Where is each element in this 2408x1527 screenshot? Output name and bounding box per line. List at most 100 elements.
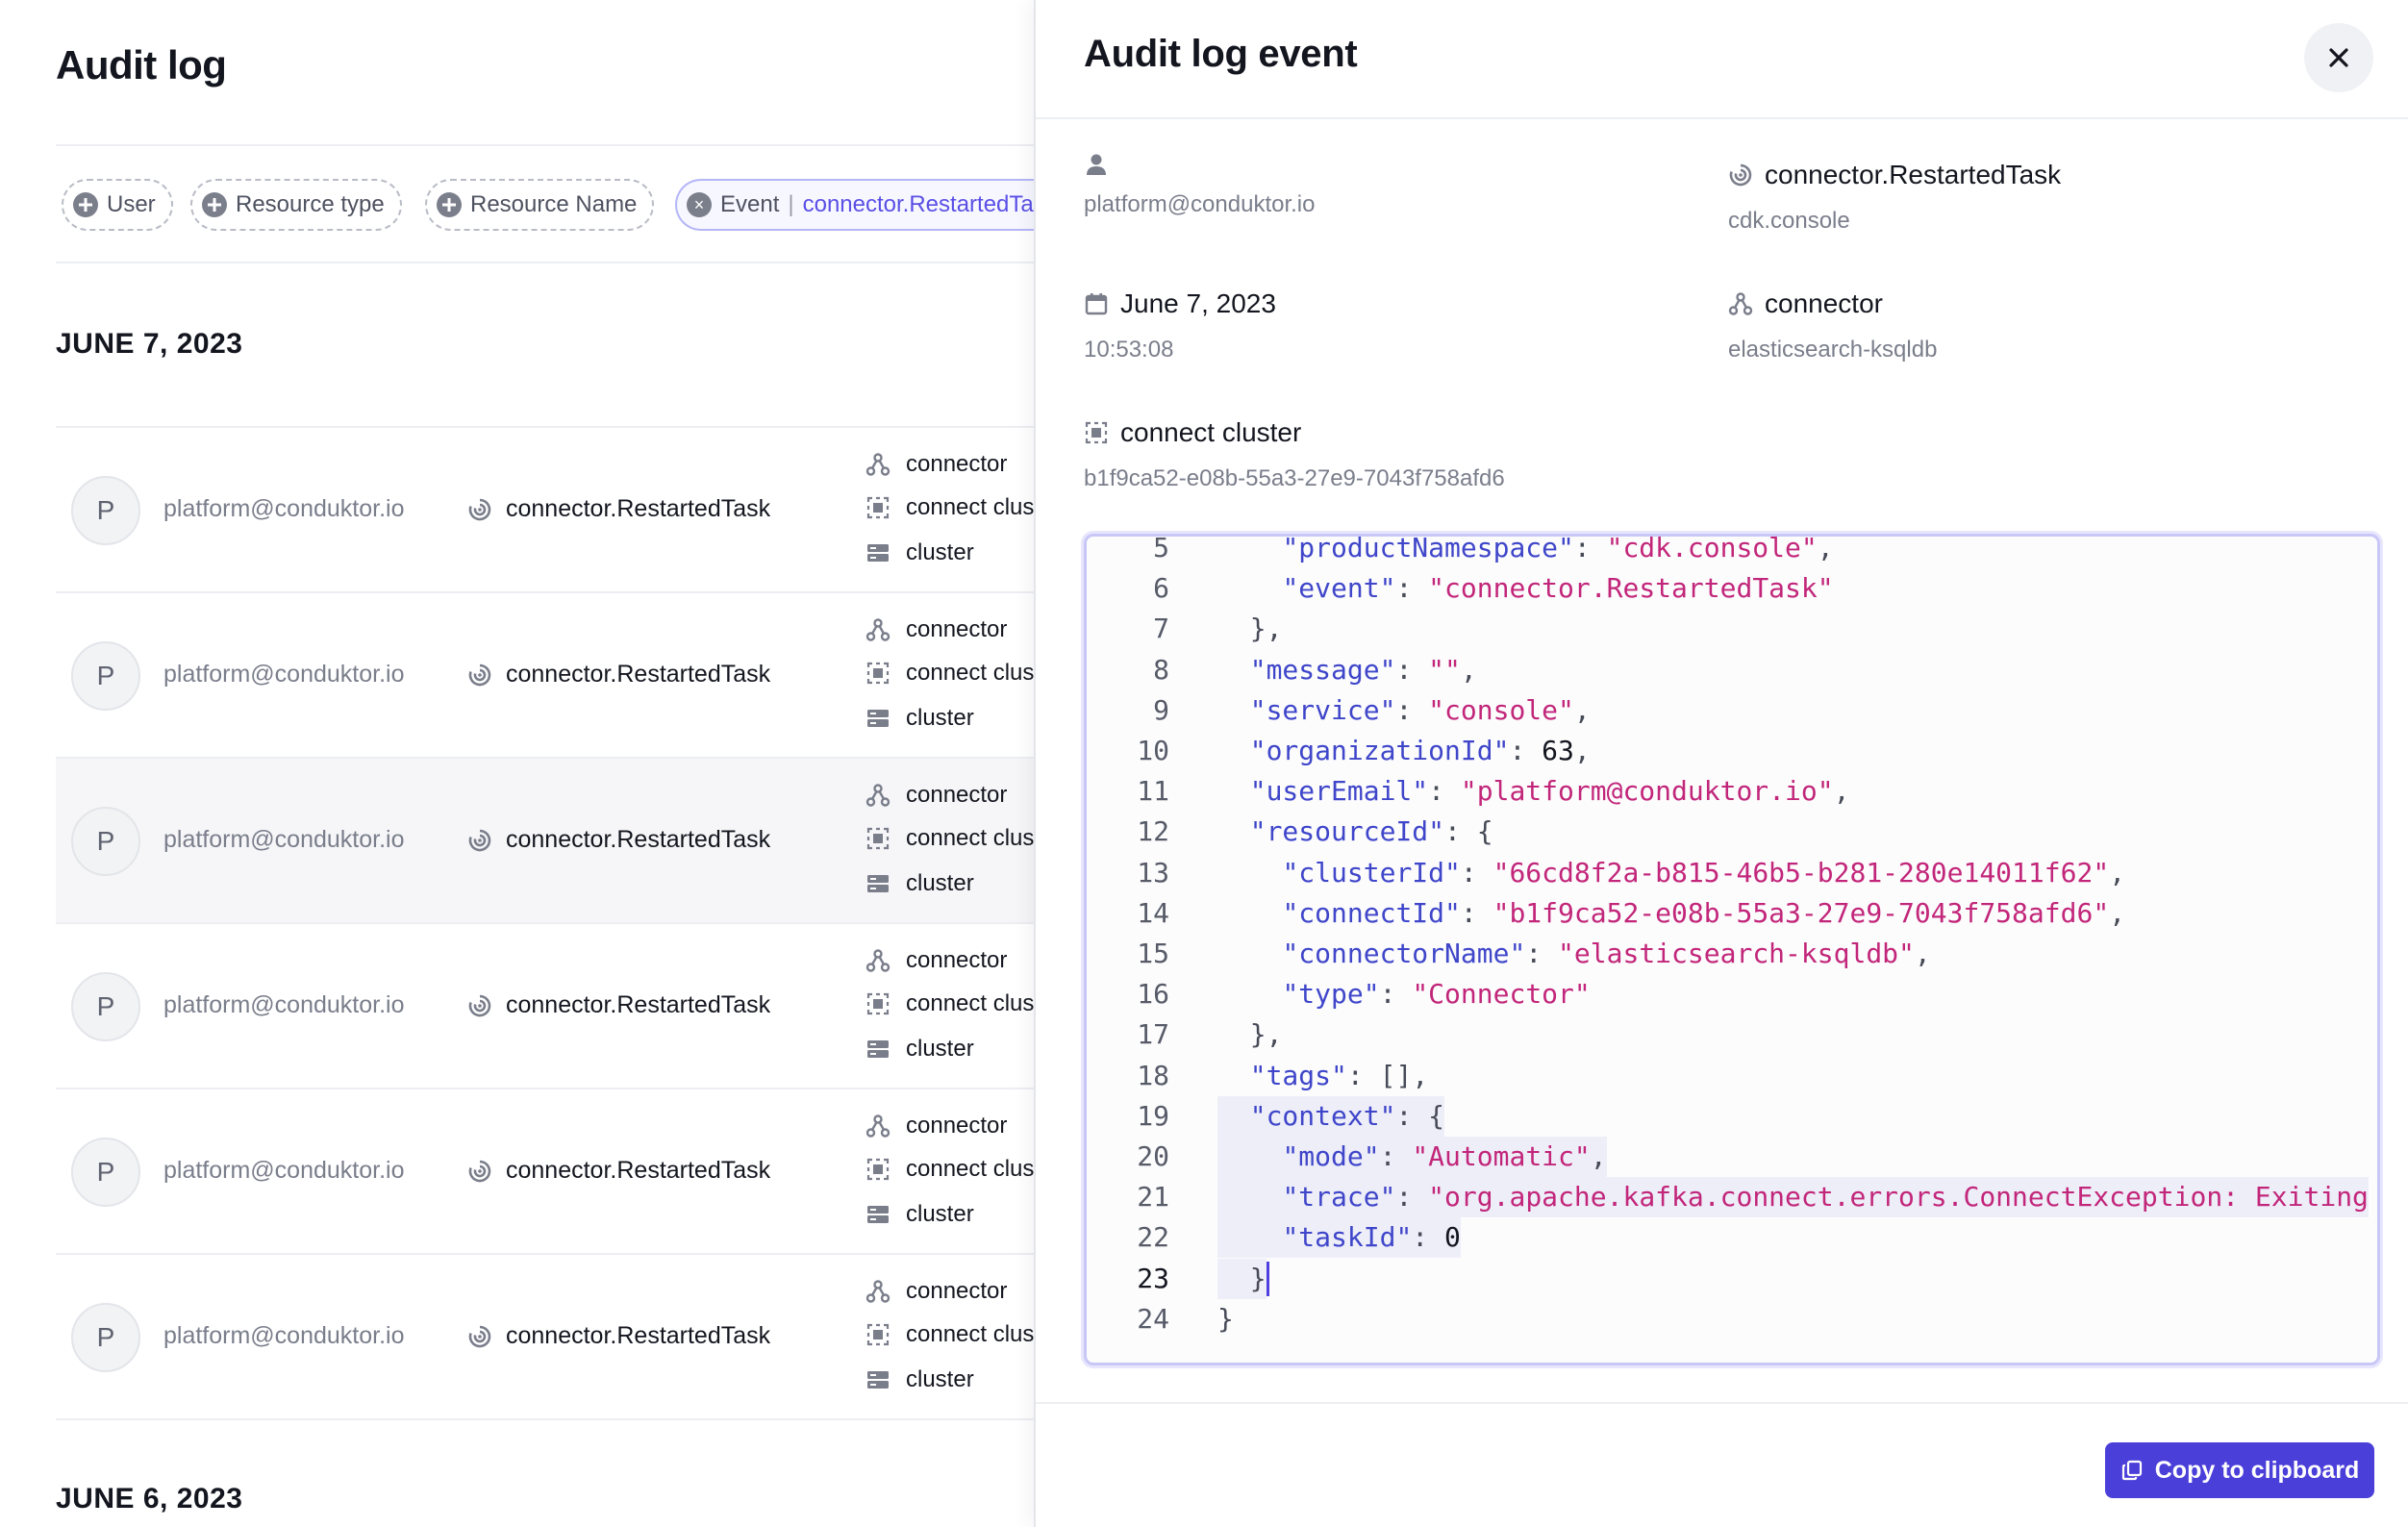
filter-value: connector.RestartedTask <box>802 191 1034 217</box>
filter-resource-type-chip[interactable]: Resource type <box>190 179 402 231</box>
code-text: } <box>1217 1302 1234 1335</box>
filter-user-chip[interactable]: User <box>62 179 173 231</box>
row-resource-label: connect cluster <box>906 1321 1034 1347</box>
row-resource: connect cluster <box>865 1321 1034 1348</box>
audit-event-drawer: Audit log event platform@conduktor.io co… <box>1034 0 2408 1527</box>
code-text: "taskId": 0 <box>1217 1217 1461 1259</box>
code-line[interactable]: 24} <box>1087 1299 2377 1339</box>
page-title: Audit log <box>56 42 227 88</box>
row-event-name: connector.RestartedTask <box>506 661 771 688</box>
restart-event-icon <box>1729 163 1752 187</box>
code-line[interactable]: 22 "taskId": 0 <box>1087 1217 2377 1259</box>
clear-filter-icon[interactable]: × <box>687 192 712 217</box>
row-resource: connector <box>865 1113 1007 1139</box>
row-resource: connector <box>865 1278 1007 1305</box>
json-code-editor[interactable]: 5 "productNamespace": "cdk.console", 6 "e… <box>1084 534 2380 1365</box>
connect-cluster-meta: connect cluster <box>1084 417 1301 448</box>
code-line[interactable]: 15 "connectorName": "elasticsearch-ksqld… <box>1087 934 2377 974</box>
code-line[interactable]: 5 "productNamespace": "cdk.console", <box>1087 534 2377 568</box>
table-row[interactable]: Pplatform@conduktor.io connector.Restart… <box>56 924 1034 1089</box>
code-line[interactable]: 12 "resourceId": { <box>1087 812 2377 852</box>
row-resource-label: cluster <box>906 870 974 896</box>
event-meta: connector.RestartedTask <box>1728 160 2061 190</box>
code-line[interactable]: 20 "mode": "Automatic", <box>1087 1137 2377 1177</box>
code-line[interactable]: 13 "clusterId": "66cd8f2a-b815-46b5-b281… <box>1087 853 2377 893</box>
cluster-icon <box>867 875 889 892</box>
code-line[interactable]: 23 } <box>1087 1258 2377 1299</box>
row-resource: connector <box>865 451 1007 478</box>
connect-cluster-label: connect cluster <box>1120 417 1302 447</box>
row-event: connector.RestartedTask <box>467 495 770 523</box>
row-resource-label: cluster <box>906 705 974 731</box>
code-text: "message": "", <box>1249 653 1477 686</box>
row-resource-label: connect cluster <box>906 494 1034 520</box>
code-line[interactable]: 7 }, <box>1087 609 2377 649</box>
event-name: connector.RestartedTask <box>1765 160 2062 189</box>
code-text: "mode": "Automatic", <box>1217 1137 1607 1177</box>
row-user-email: platform@conduktor.io <box>163 991 405 1018</box>
restart-event-icon <box>468 994 491 1016</box>
table-row[interactable]: Pplatform@conduktor.io connector.Restart… <box>56 1089 1034 1255</box>
connector-meta: connector <box>1728 288 1883 319</box>
line-number: 22 <box>1137 1221 1169 1254</box>
line-number: 13 <box>1137 856 1169 889</box>
code-line[interactable]: 10 "organizationId": 63, <box>1087 731 2377 771</box>
row-user-email: platform@conduktor.io <box>163 495 405 522</box>
close-button[interactable] <box>2304 23 2373 92</box>
avatar: P <box>71 1303 140 1372</box>
row-resource-label: connector <box>906 616 1008 642</box>
code-line[interactable]: 9 "service": "console", <box>1087 690 2377 731</box>
date-group-heading: JUNE 6, 2023 <box>56 1483 243 1514</box>
row-resource-label: connector <box>906 451 1008 477</box>
audit-log-list: Pplatform@conduktor.io connector.Restart… <box>56 426 1034 1420</box>
code-line[interactable]: 16 "type": "Connector" <box>1087 974 2377 1014</box>
connect-cluster-icon <box>866 1323 890 1346</box>
code-line[interactable]: 8 "message": "", <box>1087 650 2377 690</box>
table-row[interactable]: Pplatform@conduktor.io connector.Restart… <box>56 428 1034 593</box>
code-line[interactable]: 17 }, <box>1087 1014 2377 1055</box>
code-line[interactable]: 21 "trace": "org.apache.kafka.connect.er… <box>1087 1177 2377 1218</box>
drawer-header: Audit log event <box>1036 0 2408 119</box>
table-row[interactable]: Pplatform@conduktor.io connector.Restart… <box>56 1255 1034 1420</box>
code-text: "productNamespace": "cdk.console", <box>1282 534 1834 563</box>
close-icon <box>2329 48 2348 67</box>
code-line[interactable]: 6 "event": "connector.RestartedTask" <box>1087 568 2377 609</box>
copy-icon <box>2121 1460 2142 1481</box>
connect-cluster-id: b1f9ca52-e08b-55a3-27e9-7043f758afd6 <box>1084 465 1505 491</box>
row-resource-label: connector <box>906 1113 1008 1139</box>
code-text: "tags": [], <box>1249 1059 1429 1091</box>
row-resource: connect cluster <box>865 990 1034 1017</box>
code-text: "clusterId": "66cd8f2a-b815-46b5-b281-28… <box>1282 856 2126 889</box>
connect-cluster-icon <box>866 1158 890 1181</box>
row-event: connector.RestartedTask <box>467 661 770 688</box>
row-resource-label: cluster <box>906 539 974 565</box>
code-line[interactable]: 14 "connectId": "b1f9ca52-e08b-55a3-27e9… <box>1087 893 2377 934</box>
row-event: connector.RestartedTask <box>467 991 770 1019</box>
filter-resource-name-chip[interactable]: Resource Name <box>425 179 655 231</box>
copy-to-clipboard-button[interactable]: Copy to clipboard <box>2105 1442 2374 1498</box>
row-event-name: connector.RestartedTask <box>506 495 771 522</box>
row-event-name: connector.RestartedTask <box>506 826 771 853</box>
user-email: platform@conduktor.io <box>1084 191 1316 217</box>
table-row[interactable]: Pplatform@conduktor.io connector.Restart… <box>56 759 1034 924</box>
audit-log-page: Audit log User Resource type Resource Na… <box>0 0 1034 1527</box>
code-line[interactable]: 11 "userEmail": "platform@conduktor.io", <box>1087 771 2377 812</box>
row-resource: cluster <box>865 539 974 566</box>
avatar: P <box>71 476 140 545</box>
row-user-email: platform@conduktor.io <box>163 1157 405 1184</box>
line-number: 20 <box>1137 1140 1169 1172</box>
user-meta <box>1084 152 1109 177</box>
connector-label: connector <box>1765 288 1883 318</box>
line-number: 5 <box>1153 534 1169 563</box>
code-text: "connectId": "b1f9ca52-e08b-55a3-27e9-70… <box>1282 896 2126 929</box>
row-resource: cluster <box>865 1036 974 1063</box>
plus-circle-icon <box>437 192 462 217</box>
filter-event-chip[interactable]: × Event | connector.RestartedTask <box>675 179 1034 231</box>
line-number: 11 <box>1137 775 1169 808</box>
table-row[interactable]: Pplatform@conduktor.io connector.Restart… <box>56 593 1034 759</box>
line-number: 8 <box>1153 653 1169 686</box>
code-line[interactable]: 19 "context": { <box>1087 1095 2377 1137</box>
filter-label: Event <box>720 191 780 217</box>
row-user-email: platform@conduktor.io <box>163 661 405 688</box>
code-line[interactable]: 18 "tags": [], <box>1087 1056 2377 1096</box>
